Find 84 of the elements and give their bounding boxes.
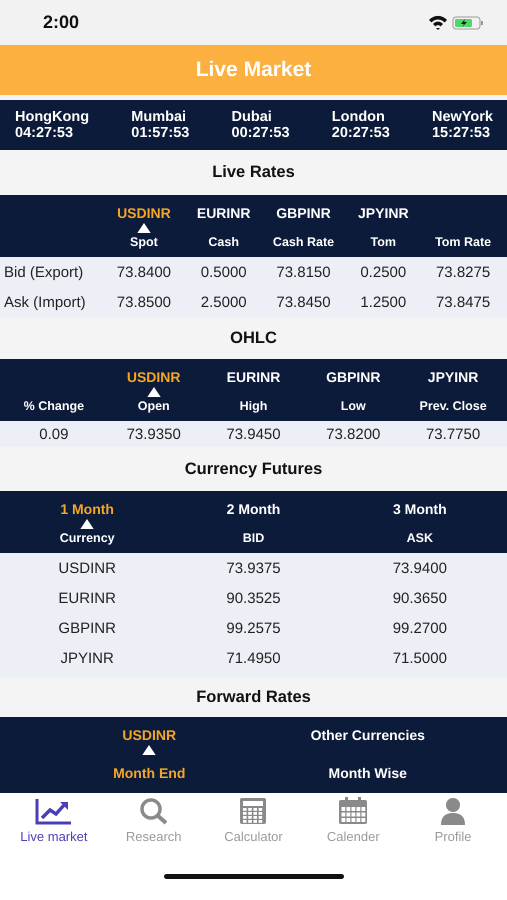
table-cell-text: 73.9350	[126, 426, 182, 442]
profile-icon	[440, 797, 466, 825]
table-cell-text: GBPINR	[57, 620, 117, 636]
city-time: 00:27:53	[232, 125, 290, 141]
table-cell-text: 0.2500	[359, 264, 408, 280]
city-time: 01:57:53	[131, 125, 190, 141]
triangle-icon	[146, 387, 162, 397]
currency-tab[interactable]: EURINR	[226, 359, 280, 397]
currency-tab[interactable]: GBPINR	[276, 195, 331, 233]
column-header: Spot	[129, 234, 159, 251]
triangle-icon	[141, 745, 158, 755]
chart-icon	[34, 797, 73, 825]
currency-tab[interactable]: JPYINR	[428, 359, 478, 397]
table-cell-text: 73.8200	[325, 426, 382, 442]
column-header: Low	[340, 398, 367, 415]
currency-tab[interactable]: EURINR	[196, 195, 251, 233]
table-cell-text: 73.8150	[275, 264, 332, 280]
table-cell-text: 99.2700	[392, 620, 448, 636]
column-header: Currency	[58, 530, 116, 547]
triangle-icon	[79, 519, 96, 529]
table-cell-text: JPYINR	[59, 650, 115, 666]
column-header: High	[238, 398, 268, 415]
triangle-icon	[136, 223, 152, 233]
section-title: OHLC	[230, 328, 277, 348]
section-title: Forward Rates	[196, 688, 311, 706]
column-header: % Change	[22, 398, 86, 415]
table-cell-text: 73.8400	[116, 264, 172, 280]
column-header: Cash Rate	[272, 234, 336, 251]
table-cell-text: 73.8475	[434, 294, 492, 310]
city-time: 15:27:53	[432, 125, 492, 141]
table-cell-text: 90.3525	[225, 590, 282, 606]
table-cell-text: 73.9400	[392, 560, 448, 576]
city-name: Mumbai	[131, 109, 188, 125]
table-cell-text: 73.9450	[225, 426, 282, 442]
currency-tab[interactable]: JPYINR	[358, 195, 409, 233]
table-cell-text: 71.5000	[392, 650, 448, 666]
table-cell-text: 0.5000	[200, 264, 248, 280]
currency-tab[interactable]: 3 Month	[392, 491, 447, 529]
currency-tab[interactable]: USDINR	[126, 359, 181, 397]
city-time: 04:27:53	[15, 125, 74, 141]
city-name: Dubai	[232, 109, 273, 125]
page-title: Live Market	[196, 58, 312, 82]
column-header: Open	[136, 398, 171, 415]
section-title: Currency Futures	[184, 460, 322, 478]
status-time: 2:00	[43, 12, 80, 33]
column-header: Tom Rate	[434, 234, 492, 251]
calculator-icon	[239, 797, 268, 825]
currency-tab[interactable]: GBPINR	[326, 359, 381, 397]
currency-tab[interactable]: Month End	[113, 755, 186, 787]
table-cell-text: 73.9375	[225, 560, 282, 576]
table-cell-text: 90.3650	[392, 590, 448, 606]
table-cell-text: 73.7750	[424, 426, 482, 442]
table-cell-text: 71.4950	[225, 650, 282, 666]
city-time: 20:27:53	[332, 125, 390, 141]
search-icon	[138, 797, 169, 825]
city-name: NewYork	[432, 109, 493, 125]
currency-tab[interactable]: 2 Month	[226, 491, 280, 529]
table-cell-text: USDINR	[57, 560, 117, 576]
row-label: Bid (Export)	[4, 264, 84, 280]
column-header: Prev. Close	[418, 398, 488, 415]
table-cell-text: 73.8275	[434, 264, 492, 280]
status-icons	[427, 14, 485, 30]
column-header: BID	[242, 530, 266, 547]
table-cell-text: 2.5000	[200, 294, 248, 310]
currency-tab[interactable]: Other Currencies	[310, 717, 425, 755]
table-cell-text: 1.2500	[359, 294, 408, 310]
currency-tab[interactable]: USDINR	[117, 195, 171, 233]
calendar-icon	[338, 797, 368, 825]
city-name: London	[332, 109, 386, 125]
nav-tab[interactable]: Live market	[6, 797, 102, 853]
table-cell-text: 73.8450	[275, 294, 332, 310]
column-header: Tom	[370, 234, 398, 251]
table-cell-text: 73.8500	[116, 294, 172, 310]
table-cell-text: 99.2575	[225, 620, 282, 636]
row-label: Ask (Import)	[4, 294, 87, 310]
table-cell-text: EURINR	[57, 590, 117, 606]
currency-tab[interactable]: USDINR	[122, 717, 176, 755]
section-title: Live Rates	[212, 163, 295, 182]
column-header: Cash	[207, 234, 240, 251]
currency-tab[interactable]: Month Wise	[328, 755, 407, 787]
currency-tab[interactable]: 1 Month	[60, 491, 114, 529]
city-name: HongKong	[15, 109, 90, 125]
column-header: ASK	[406, 530, 434, 547]
table-cell-text: 0.09	[38, 426, 70, 442]
